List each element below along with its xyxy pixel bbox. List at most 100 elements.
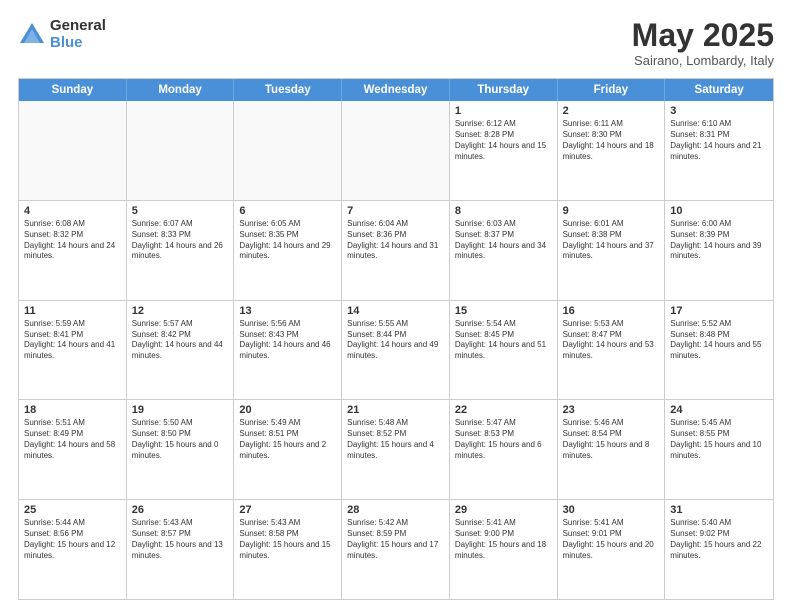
day-cell-31: 31 Sunrise: 5:40 AM Sunset: 9:02 PM Dayli… xyxy=(665,500,773,599)
day-number: 1 xyxy=(455,105,552,117)
day-cell-28: 28Sunrise: 5:42 AM Sunset: 8:59 PM Dayli… xyxy=(342,500,450,599)
day-cell-27: 27 Sunrise: 5:43 AM Sunset: 8:58 PM Dayli… xyxy=(234,500,342,599)
day-cell-24: 24 Sunrise: 5:45 AM Sunset: 8:55 PM Dayli… xyxy=(665,400,773,499)
header-day-monday: Monday xyxy=(127,79,235,101)
empty-cell xyxy=(19,101,127,200)
day-info: Sunrise: 5:54 AM Sunset: 8:45 PM Dayligh… xyxy=(455,319,552,362)
day-number: 12 xyxy=(132,305,229,317)
day-info: Sunrise: 5:55 AM Sunset: 8:44 PM Dayligh… xyxy=(347,319,444,362)
day-info: Sunrise: 5:52 AM Sunset: 8:48 PM Dayligh… xyxy=(670,319,768,362)
header-day-tuesday: Tuesday xyxy=(234,79,342,101)
day-number: 9 xyxy=(563,205,660,217)
day-info: Sunrise: 5:47 AM Sunset: 8:53 PM Dayligh… xyxy=(455,418,552,461)
day-info: Sunrise: 5:56 AM Sunset: 8:43 PM Dayligh… xyxy=(239,319,336,362)
day-number: 17 xyxy=(670,305,768,317)
day-info: Sunrise: 5:57 AM Sunset: 8:42 PM Dayligh… xyxy=(132,319,229,362)
day-info: Sunrise: 5:40 AM Sunset: 9:02 PM Dayligh… xyxy=(670,518,768,561)
day-cell-9: 9 Sunrise: 6:01 AM Sunset: 8:38 PM Daylig… xyxy=(558,201,666,300)
day-number: 11 xyxy=(24,305,121,317)
day-number: 19 xyxy=(132,404,229,416)
day-number: 14 xyxy=(347,305,444,317)
day-number: 24 xyxy=(670,404,768,416)
day-number: 13 xyxy=(239,305,336,317)
day-number: 10 xyxy=(670,205,768,217)
day-info: Sunrise: 6:00 AM Sunset: 8:39 PM Dayligh… xyxy=(670,219,768,262)
day-number: 6 xyxy=(239,205,336,217)
week-row-4: 18Sunrise: 5:51 AM Sunset: 8:49 PM Dayli… xyxy=(19,400,773,500)
day-number: 30 xyxy=(563,504,660,516)
day-cell-6: 6 Sunrise: 6:05 AM Sunset: 8:35 PM Daylig… xyxy=(234,201,342,300)
day-cell-14: 14 Sunrise: 5:55 AM Sunset: 8:44 PM Dayli… xyxy=(342,301,450,400)
day-info: Sunrise: 5:41 AM Sunset: 9:00 PM Dayligh… xyxy=(455,518,552,561)
day-cell-21: 21Sunrise: 5:48 AM Sunset: 8:52 PM Dayli… xyxy=(342,400,450,499)
day-number: 25 xyxy=(24,504,121,516)
day-cell-26: 26Sunrise: 5:43 AM Sunset: 8:57 PM Dayli… xyxy=(127,500,235,599)
day-cell-11: 11 Sunrise: 5:59 AM Sunset: 8:41 PM Dayli… xyxy=(19,301,127,400)
day-info: Sunrise: 6:12 AM Sunset: 8:28 PM Dayligh… xyxy=(455,119,552,162)
calendar-body: 1 Sunrise: 6:12 AM Sunset: 8:28 PM Daylig… xyxy=(19,101,773,599)
day-number: 2 xyxy=(563,105,660,117)
day-info: Sunrise: 5:50 AM Sunset: 8:50 PM Dayligh… xyxy=(132,418,229,461)
day-cell-20: 20Sunrise: 5:49 AM Sunset: 8:51 PM Dayli… xyxy=(234,400,342,499)
day-info: Sunrise: 6:01 AM Sunset: 8:38 PM Dayligh… xyxy=(563,219,660,262)
day-cell-23: 23 Sunrise: 5:46 AM Sunset: 8:54 PM Dayli… xyxy=(558,400,666,499)
title-block: May 2025 Sairano, Lombardy, Italy xyxy=(632,18,774,68)
calendar-header: SundayMondayTuesdayWednesdayThursdayFrid… xyxy=(19,79,773,101)
day-info: Sunrise: 6:10 AM Sunset: 8:31 PM Dayligh… xyxy=(670,119,768,162)
header-day-saturday: Saturday xyxy=(665,79,773,101)
page: General Blue May 2025 Sairano, Lombardy,… xyxy=(0,0,792,612)
day-cell-17: 17 Sunrise: 5:52 AM Sunset: 8:48 PM Dayli… xyxy=(665,301,773,400)
logo-icon xyxy=(18,21,46,49)
day-cell-29: 29Sunrise: 5:41 AM Sunset: 9:00 PM Dayli… xyxy=(450,500,558,599)
day-number: 31 xyxy=(670,504,768,516)
day-info: Sunrise: 6:04 AM Sunset: 8:36 PM Dayligh… xyxy=(347,219,444,262)
day-number: 7 xyxy=(347,205,444,217)
day-number: 21 xyxy=(347,404,444,416)
day-cell-18: 18Sunrise: 5:51 AM Sunset: 8:49 PM Dayli… xyxy=(19,400,127,499)
day-cell-12: 12 Sunrise: 5:57 AM Sunset: 8:42 PM Dayli… xyxy=(127,301,235,400)
day-info: Sunrise: 5:59 AM Sunset: 8:41 PM Dayligh… xyxy=(24,319,121,362)
day-number: 3 xyxy=(670,105,768,117)
day-number: 20 xyxy=(239,404,336,416)
logo-blue: Blue xyxy=(50,35,106,52)
day-info: Sunrise: 6:07 AM Sunset: 8:33 PM Dayligh… xyxy=(132,219,229,262)
day-cell-8: 8 Sunrise: 6:03 AM Sunset: 8:37 PM Daylig… xyxy=(450,201,558,300)
subtitle: Sairano, Lombardy, Italy xyxy=(632,53,774,68)
day-cell-3: 3 Sunrise: 6:10 AM Sunset: 8:31 PM Daylig… xyxy=(665,101,773,200)
week-row-1: 1 Sunrise: 6:12 AM Sunset: 8:28 PM Daylig… xyxy=(19,101,773,201)
day-number: 22 xyxy=(455,404,552,416)
day-number: 23 xyxy=(563,404,660,416)
calendar: SundayMondayTuesdayWednesdayThursdayFrid… xyxy=(18,78,774,600)
header: General Blue May 2025 Sairano, Lombardy,… xyxy=(18,18,774,68)
logo-general: General xyxy=(50,18,106,35)
empty-cell xyxy=(127,101,235,200)
day-number: 4 xyxy=(24,205,121,217)
day-cell-30: 30 Sunrise: 5:41 AM Sunset: 9:01 PM Dayli… xyxy=(558,500,666,599)
day-info: Sunrise: 6:05 AM Sunset: 8:35 PM Dayligh… xyxy=(239,219,336,262)
day-info: Sunrise: 5:53 AM Sunset: 8:47 PM Dayligh… xyxy=(563,319,660,362)
day-info: Sunrise: 5:46 AM Sunset: 8:54 PM Dayligh… xyxy=(563,418,660,461)
day-number: 16 xyxy=(563,305,660,317)
day-number: 27 xyxy=(239,504,336,516)
day-cell-19: 19 Sunrise: 5:50 AM Sunset: 8:50 PM Dayli… xyxy=(127,400,235,499)
day-number: 28 xyxy=(347,504,444,516)
day-cell-10: 10 Sunrise: 6:00 AM Sunset: 8:39 PM Dayli… xyxy=(665,201,773,300)
week-row-5: 25Sunrise: 5:44 AM Sunset: 8:56 PM Dayli… xyxy=(19,500,773,599)
day-info: Sunrise: 5:41 AM Sunset: 9:01 PM Dayligh… xyxy=(563,518,660,561)
logo-text: General Blue xyxy=(50,18,106,51)
day-info: Sunrise: 6:11 AM Sunset: 8:30 PM Dayligh… xyxy=(563,119,660,162)
month-title: May 2025 xyxy=(632,18,774,53)
day-cell-2: 2 Sunrise: 6:11 AM Sunset: 8:30 PM Daylig… xyxy=(558,101,666,200)
day-info: Sunrise: 6:08 AM Sunset: 8:32 PM Dayligh… xyxy=(24,219,121,262)
header-day-thursday: Thursday xyxy=(450,79,558,101)
day-number: 8 xyxy=(455,205,552,217)
day-cell-1: 1 Sunrise: 6:12 AM Sunset: 8:28 PM Daylig… xyxy=(450,101,558,200)
day-number: 26 xyxy=(132,504,229,516)
day-info: Sunrise: 5:51 AM Sunset: 8:49 PM Dayligh… xyxy=(24,418,121,461)
day-cell-25: 25Sunrise: 5:44 AM Sunset: 8:56 PM Dayli… xyxy=(19,500,127,599)
day-info: Sunrise: 5:43 AM Sunset: 8:58 PM Dayligh… xyxy=(239,518,336,561)
day-info: Sunrise: 6:03 AM Sunset: 8:37 PM Dayligh… xyxy=(455,219,552,262)
logo: General Blue xyxy=(18,18,106,51)
day-number: 5 xyxy=(132,205,229,217)
day-info: Sunrise: 5:45 AM Sunset: 8:55 PM Dayligh… xyxy=(670,418,768,461)
